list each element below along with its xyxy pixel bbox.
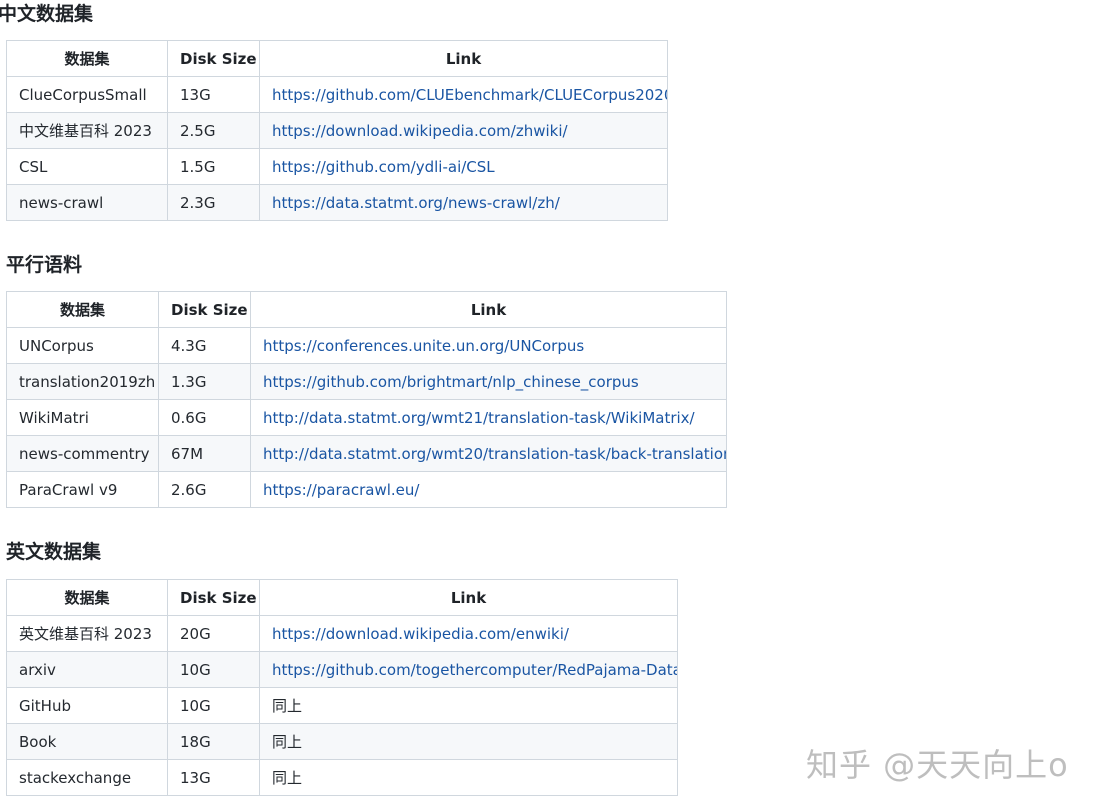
disk-size-cell: 2.6G bbox=[158, 471, 251, 508]
dataset-link[interactable]: https://conferences.unite.un.org/UNCorpu… bbox=[263, 337, 584, 355]
disk-size-cell: 67M bbox=[158, 435, 251, 472]
link-cell: 同上 bbox=[259, 723, 678, 760]
table-row: arxiv 10G https://github.com/togethercom… bbox=[6, 651, 678, 688]
dataset-link[interactable]: https://github.com/CLUEbenchmark/CLUECor… bbox=[272, 86, 667, 104]
link-cell: https://github.com/ydli-ai/CSL bbox=[259, 148, 668, 185]
dataset-link[interactable]: https://github.com/togethercomputer/RedP… bbox=[272, 661, 677, 679]
disk-size-cell: 13G bbox=[167, 76, 260, 113]
table-row: ClueCorpusSmall 13G https://github.com/C… bbox=[6, 76, 668, 113]
dataset-link[interactable]: https://github.com/brightmart/nlp_chines… bbox=[263, 373, 639, 391]
link-cell: https://github.com/brightmart/nlp_chines… bbox=[250, 363, 727, 400]
parallel-corpus-table: 数据集 Disk Size Link UNCorpus 4.3G https:/… bbox=[6, 291, 727, 508]
link-cell: 同上 bbox=[259, 759, 678, 796]
dataset-link[interactable]: https://github.com/ydli-ai/CSL bbox=[272, 158, 495, 176]
table-row: 英文维基百科 2023 20G https://download.wikiped… bbox=[6, 615, 678, 652]
dataset-name-cell: UNCorpus bbox=[6, 327, 159, 364]
dataset-link[interactable]: http://data.statmt.org/wmt20/translation… bbox=[263, 445, 726, 463]
link-cell: https://download.wikipedia.com/enwiki/ bbox=[259, 615, 678, 652]
link-cell: https://conferences.unite.un.org/UNCorpu… bbox=[250, 327, 727, 364]
dataset-name-cell: WikiMatri bbox=[6, 399, 159, 436]
link-cell: https://paracrawl.eu/ bbox=[250, 471, 727, 508]
dataset-name-cell: 中文维基百科 2023 bbox=[6, 112, 168, 149]
link-cell: http://data.statmt.org/wmt21/translation… bbox=[250, 399, 727, 436]
dataset-name-cell: news-crawl bbox=[6, 184, 168, 221]
link-cell: https://github.com/CLUEbenchmark/CLUECor… bbox=[259, 76, 668, 113]
section-title-english-datasets: 英文数据集 bbox=[6, 541, 102, 563]
section-title-parallel-corpus: 平行语料 bbox=[6, 254, 83, 276]
table-header-row: 数据集 Disk Size Link bbox=[6, 579, 678, 616]
disk-size-cell: 1.5G bbox=[167, 148, 260, 185]
disk-size-cell: 10G bbox=[167, 687, 260, 724]
table-row: 中文维基百科 2023 2.5G https://download.wikipe… bbox=[6, 112, 668, 149]
column-header-dataset: 数据集 bbox=[6, 291, 159, 328]
dataset-link[interactable]: https://download.wikipedia.com/enwiki/ bbox=[272, 625, 569, 643]
dataset-link[interactable]: http://data.statmt.org/wmt21/translation… bbox=[263, 409, 695, 427]
table-row: translation2019zh 1.3G https://github.co… bbox=[6, 363, 727, 400]
column-header-dataset: 数据集 bbox=[6, 40, 168, 77]
disk-size-cell: 4.3G bbox=[158, 327, 251, 364]
dataset-name-cell: stackexchange bbox=[6, 759, 168, 796]
dataset-name-cell: translation2019zh bbox=[6, 363, 159, 400]
table-row: stackexchange 13G 同上 bbox=[6, 759, 678, 796]
dataset-name-cell: GitHub bbox=[6, 687, 168, 724]
column-header-dataset: 数据集 bbox=[6, 579, 168, 616]
dataset-name-cell: CSL bbox=[6, 148, 168, 185]
disk-size-cell: 2.3G bbox=[167, 184, 260, 221]
dataset-name-cell: news-commentry bbox=[6, 435, 159, 472]
dataset-link[interactable]: https://download.wikipedia.com/zhwiki/ bbox=[272, 122, 568, 140]
dataset-name-cell: ClueCorpusSmall bbox=[6, 76, 168, 113]
column-header-disk-size: Disk Size bbox=[158, 291, 251, 328]
disk-size-cell: 0.6G bbox=[158, 399, 251, 436]
link-cell: https://github.com/togethercomputer/RedP… bbox=[259, 651, 678, 688]
table-row: CSL 1.5G https://github.com/ydli-ai/CSL bbox=[6, 148, 668, 185]
table-row: news-commentry 67M http://data.statmt.or… bbox=[6, 435, 727, 472]
zhihu-watermark: 知乎 @天天向上o bbox=[806, 746, 1069, 784]
dataset-name-cell: 英文维基百科 2023 bbox=[6, 615, 168, 652]
disk-size-cell: 13G bbox=[167, 759, 260, 796]
dataset-link[interactable]: https://paracrawl.eu/ bbox=[263, 481, 419, 499]
table-header-row: 数据集 Disk Size Link bbox=[6, 291, 727, 328]
table-row: WikiMatri 0.6G http://data.statmt.org/wm… bbox=[6, 399, 727, 436]
column-header-disk-size: Disk Size bbox=[167, 579, 260, 616]
column-header-link: Link bbox=[259, 579, 678, 616]
table-header-row: 数据集 Disk Size Link bbox=[6, 40, 668, 77]
chinese-datasets-table: 数据集 Disk Size Link ClueCorpusSmall 13G h… bbox=[6, 40, 668, 221]
table-row: Book 18G 同上 bbox=[6, 723, 678, 760]
dataset-name-cell: Book bbox=[6, 723, 168, 760]
dataset-name-cell: arxiv bbox=[6, 651, 168, 688]
section-title-chinese-datasets: 中文数据集 bbox=[0, 3, 94, 25]
disk-size-cell: 20G bbox=[167, 615, 260, 652]
dataset-link[interactable]: https://data.statmt.org/news-crawl/zh/ bbox=[272, 194, 560, 212]
link-cell: http://data.statmt.org/wmt20/translation… bbox=[250, 435, 727, 472]
column-header-link: Link bbox=[259, 40, 668, 77]
disk-size-cell: 2.5G bbox=[167, 112, 260, 149]
column-header-link: Link bbox=[250, 291, 727, 328]
column-header-disk-size: Disk Size bbox=[167, 40, 260, 77]
table-row: ParaCrawl v9 2.6G https://paracrawl.eu/ bbox=[6, 471, 727, 508]
link-cell: https://data.statmt.org/news-crawl/zh/ bbox=[259, 184, 668, 221]
link-cell: https://download.wikipedia.com/zhwiki/ bbox=[259, 112, 668, 149]
disk-size-cell: 18G bbox=[167, 723, 260, 760]
table-row: news-crawl 2.3G https://data.statmt.org/… bbox=[6, 184, 668, 221]
disk-size-cell: 1.3G bbox=[158, 363, 251, 400]
dataset-name-cell: ParaCrawl v9 bbox=[6, 471, 159, 508]
table-row: GitHub 10G 同上 bbox=[6, 687, 678, 724]
link-cell: 同上 bbox=[259, 687, 678, 724]
english-datasets-table: 数据集 Disk Size Link 英文维基百科 2023 20G https… bbox=[6, 579, 678, 796]
table-row: UNCorpus 4.3G https://conferences.unite.… bbox=[6, 327, 727, 364]
disk-size-cell: 10G bbox=[167, 651, 260, 688]
